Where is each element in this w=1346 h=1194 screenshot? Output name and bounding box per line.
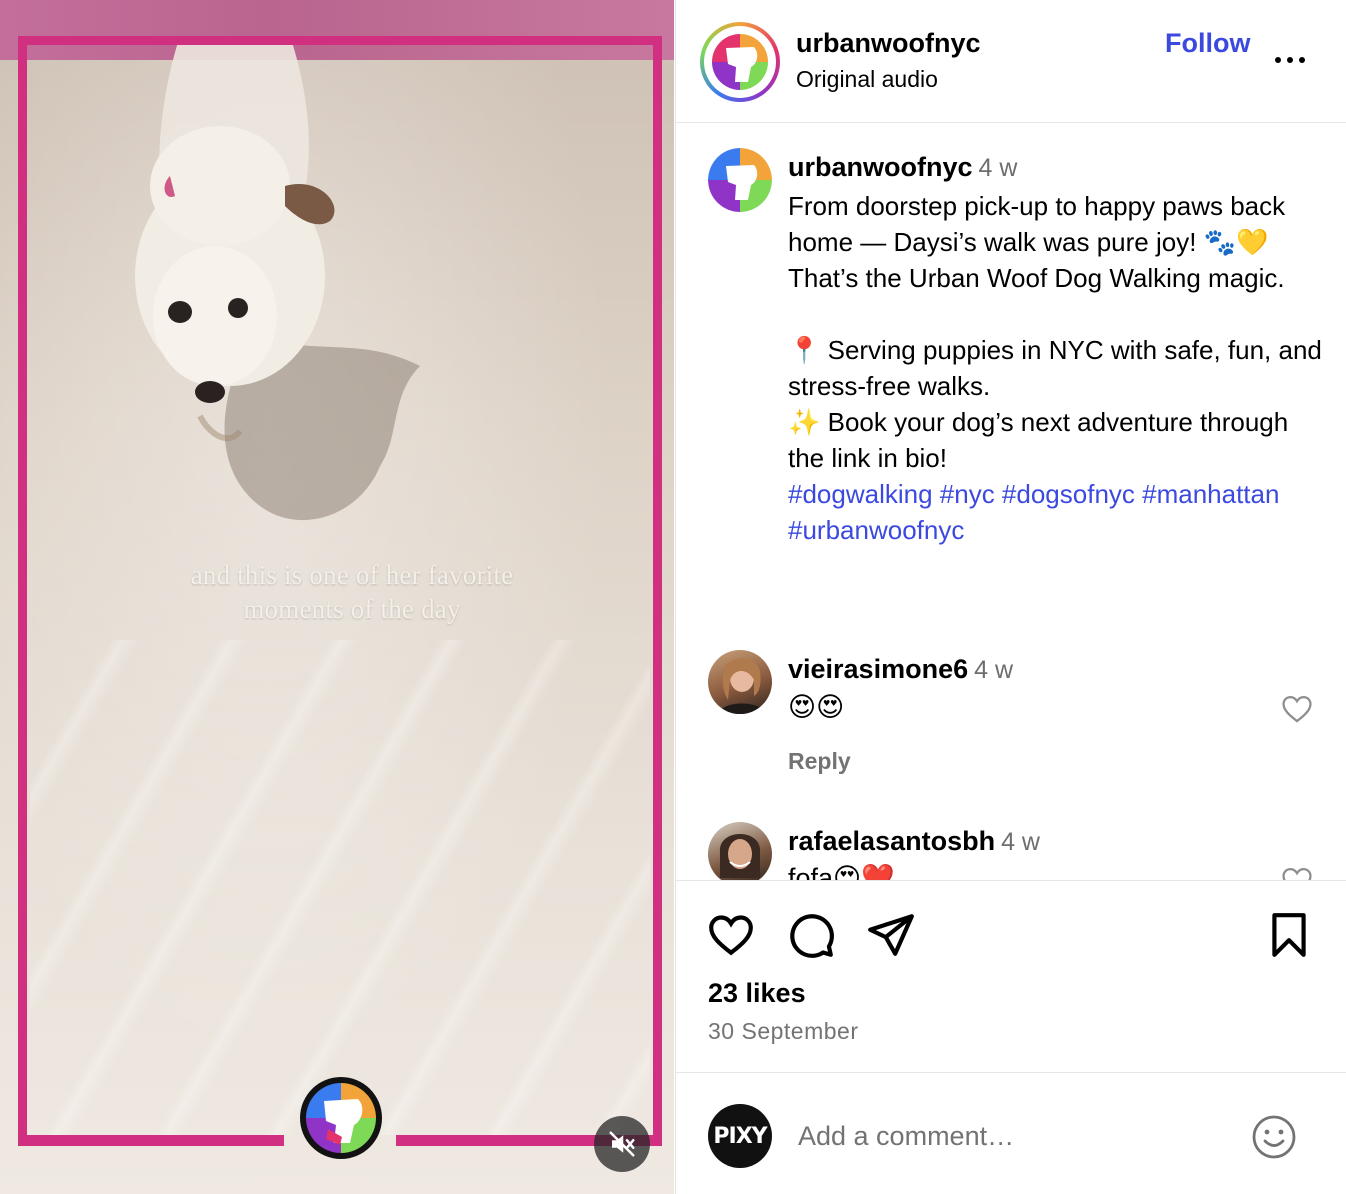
likes-count[interactable]: 23 likes [708, 978, 806, 1009]
pink-frame-bottom-left [18, 1135, 284, 1146]
mute-toggle-button[interactable] [594, 1116, 650, 1172]
reply-button[interactable]: Reply [788, 748, 851, 775]
save-bookmark-icon[interactable] [1264, 910, 1314, 960]
author-username[interactable]: urbanwoofnyc [796, 28, 981, 59]
caption-line-3: ✨ Book your dog’s next adventure through… [788, 407, 1289, 473]
post-actions: 23 likes 30 September [676, 882, 1346, 1072]
post-header: urbanwoofnyc Original audio Follow [676, 0, 1346, 123]
caption-line-1: From doorstep pick-up to happy paws back… [788, 191, 1286, 293]
commenter-avatar[interactable] [708, 650, 772, 714]
speaker-muted-icon [609, 1131, 635, 1157]
person-photo-icon [718, 658, 766, 714]
brand-logo-icon [712, 34, 768, 90]
post-side-panel: urbanwoofnyc Original audio Follow urban… [675, 0, 1346, 1194]
reel-video[interactable]: and this is one of her favorite moments … [0, 0, 674, 1194]
heart-outline-icon[interactable] [1280, 692, 1314, 726]
comment-time[interactable]: 4 w [1001, 828, 1040, 856]
audio-label[interactable]: Original audio [796, 66, 938, 93]
caption-hashtags[interactable]: #dogwalking #nyc #dogsofnyc #manhattan #… [788, 476, 1328, 548]
comment-username-row: rafaelasantosbh 4 w [788, 826, 1040, 857]
share-paper-plane-icon[interactable] [866, 910, 916, 960]
caption-username[interactable]: urbanwoofnyc [788, 152, 973, 182]
follow-button[interactable]: Follow [1165, 28, 1250, 59]
caption-author-avatar[interactable] [708, 148, 772, 212]
like-heart-icon[interactable] [706, 910, 756, 960]
comment-text: 😍😍 [788, 692, 845, 722]
author-avatar[interactable] [700, 22, 780, 102]
comment-username[interactable]: rafaelasantosbh [788, 826, 995, 856]
caption-line-2: 📍 Serving puppies in NYC with safe, fun,… [788, 335, 1322, 401]
comment-time[interactable]: 4 w [974, 656, 1013, 684]
emoji-picker-icon[interactable] [1250, 1113, 1298, 1161]
caption-time[interactable]: 4 w [979, 154, 1018, 182]
comment-bubble-icon[interactable] [786, 910, 836, 960]
brand-logo-icon [708, 148, 772, 212]
caption-username-row: urbanwoofnyc 4 w [788, 152, 1017, 183]
heart-outline-icon[interactable] [1280, 864, 1314, 881]
comment-composer: PIXY [676, 1072, 1346, 1194]
caption-text: From doorstep pick-up to happy paws back… [788, 188, 1328, 548]
comment-input[interactable] [798, 1111, 1228, 1161]
person-photo-icon [719, 834, 761, 878]
current-user-avatar[interactable]: PIXY [708, 1104, 772, 1168]
pink-frame [18, 36, 662, 1146]
comment-username[interactable]: vieirasimone6 [788, 654, 968, 684]
comment-username-row: vieirasimone6 4 w [788, 654, 1013, 685]
post-date[interactable]: 30 September [708, 1018, 858, 1045]
more-options-icon[interactable] [1272, 42, 1308, 78]
comment-text: fofa😍❤️ [788, 863, 895, 881]
comments-list[interactable]: urbanwoofnyc 4 w From doorstep pick-up to… [676, 124, 1346, 881]
commenter-avatar[interactable] [708, 822, 772, 880]
brand-logo-watermark [300, 1077, 382, 1159]
